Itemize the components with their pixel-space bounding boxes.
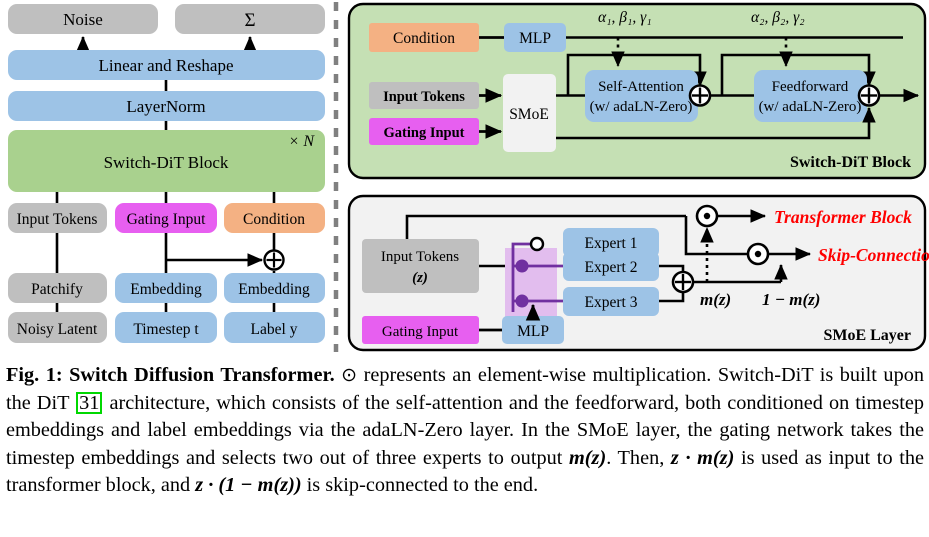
box-linear-and-reshape: Linear and Reshape [8, 50, 325, 80]
smoe-box-input-tokens-line2: (z) [412, 270, 428, 286]
box-patchify-label: Patchify [31, 281, 83, 298]
box-label-y: Label y [224, 312, 325, 343]
box-switch-dit-block: Switch-DiT Block × N [8, 130, 325, 192]
box-linear-and-reshape-label: Linear and Reshape [99, 56, 234, 75]
block-params-set1-label: α₁, β₁, γ₁ [598, 9, 652, 26]
box-layernorm-label: LayerNorm [126, 97, 205, 116]
smoe-box-input-tokens-line1: Input Tokens [381, 249, 459, 265]
box-noise-label: Noise [63, 10, 103, 29]
block-box-mlp-label: MLP [519, 30, 551, 47]
smoe-box-expert-2-label: Expert 2 [585, 259, 638, 276]
switch-contact-closed-expert2 [515, 259, 529, 273]
citation-link-31[interactable]: 31 [76, 391, 103, 414]
block-box-self-attention: Self-Attention (w/ adaLN-Zero) [585, 70, 698, 122]
smoe-box-expert-3: Expert 3 [563, 287, 659, 316]
box-switch-dit-block-label: Switch-DiT Block [104, 153, 229, 172]
smoe-label-m-of-z: m(z) [700, 290, 731, 309]
figure-caption: Fig. 1: Switch Diffusion Transformer. ⊙ … [6, 362, 924, 500]
box-sigma: Σ [175, 4, 325, 34]
smoe-label-one-minus-m-of-z: 1 − m(z) [762, 290, 820, 309]
block-box-mlp: MLP [504, 23, 566, 52]
block-box-condition: Condition [369, 23, 479, 52]
box-embedding-timestep-label: Embedding [130, 281, 202, 298]
box-gating-input-label: Gating Input [127, 211, 206, 228]
smoe-label-transformer-block: Transformer Block [774, 207, 912, 227]
switch-contact-open-expert1 [529, 236, 545, 252]
box-embedding-timestep: Embedding [115, 273, 217, 303]
switch-contact-closed-expert3 [515, 294, 529, 308]
block-box-condition-label: Condition [393, 30, 455, 47]
smoe-box-mlp: MLP [502, 316, 564, 344]
block-box-feedforward-line1: Feedforward [772, 79, 849, 95]
box-timestep-label: Timestep t [133, 321, 199, 338]
box-embedding-label: Embedding [224, 273, 325, 303]
box-label-y-label: Label y [251, 321, 298, 338]
repeat-count-label: × N [289, 133, 316, 150]
smoe-multiplier-2 [746, 242, 770, 266]
switch-dit-block-panel: Condition MLP α₁, β₁, γ₁ α₂, β₂, γ₂ Inpu… [347, 2, 927, 180]
box-patchify: Patchify [8, 273, 107, 303]
adder-condition-node [263, 249, 285, 271]
caption-odot-symbol: ⊙ [341, 365, 358, 386]
box-noisy-latent-label: Noisy Latent [17, 321, 98, 338]
box-timestep: Timestep t [115, 312, 217, 343]
smoe-box-gating-input-label: Gating Input [382, 324, 459, 340]
smoe-box-input-tokens: Input Tokens (z) [362, 239, 479, 293]
caption-z-dot-m: z · m(z) [670, 446, 735, 469]
block-box-smoe: SMoE [503, 74, 556, 152]
smoe-box-mlp-label: MLP [517, 323, 549, 340]
overall-architecture-panel: Noise Σ Linear and Reshape LayerNorm Swi… [8, 4, 325, 343]
block-box-self-attention-line1: Self-Attention [598, 79, 684, 95]
smoe-box-expert-2: Expert 2 [563, 252, 659, 281]
caption-fig-label: Fig. 1: Switch Diffusion Transformer. [6, 364, 335, 386]
smoe-layer-panel: Input Tokens (z) Expert 1 Expert 2 Exper… [347, 194, 929, 352]
box-noisy-latent: Noisy Latent [8, 312, 107, 343]
block-box-input-tokens: Input Tokens [369, 82, 479, 109]
smoe-adder [671, 270, 695, 294]
box-noise: Noise [8, 4, 158, 34]
block-box-smoe-label: SMoE [509, 106, 549, 123]
smoe-box-expert-1-label: Expert 1 [585, 235, 638, 252]
smoe-box-gating-input: Gating Input [362, 316, 479, 344]
block-box-feedforward: Feedforward (w/ adaLN-Zero) [754, 70, 867, 122]
block-box-feedforward-line2: (w/ adaLN-Zero) [759, 99, 862, 115]
block-box-gating-input: Gating Input [369, 118, 479, 145]
box-condition: Condition [224, 203, 325, 233]
box-sigma-label: Σ [244, 10, 255, 31]
smoe-box-expert-3-label: Expert 3 [585, 294, 638, 311]
block-params-set2-label: α₂, β₂, γ₂ [751, 9, 805, 26]
block-box-input-tokens-label: Input Tokens [383, 89, 465, 105]
box-condition-label: Condition [243, 211, 305, 228]
box-input-tokens-label: Input Tokens [17, 211, 98, 228]
caption-z-dot-one-minus-m: z · (1 − m(z)) [195, 474, 302, 496]
block-box-self-attention-line2: (w/ adaLN-Zero) [590, 99, 693, 115]
caption-part5: is skip-connected to the end. [301, 474, 539, 496]
box-input-tokens: Input Tokens [8, 203, 107, 233]
smoe-multiplier-1 [695, 204, 719, 228]
caption-m-of-z: m(z) [569, 446, 607, 469]
block-adder-1 [688, 84, 712, 107]
smoe-label-skip-connection: Skip-Connection [818, 245, 929, 265]
block-adder-2 [857, 84, 881, 107]
switch-dit-block-panel-title: Switch-DiT Block [790, 154, 911, 171]
box-layernorm: LayerNorm [8, 91, 325, 121]
figure-diagram: Noise Σ Linear and Reshape LayerNorm Swi… [0, 0, 929, 358]
smoe-layer-panel-title: SMoE Layer [823, 327, 911, 344]
box-embedding-label-label: Embedding [238, 281, 310, 298]
block-box-gating-input-label: Gating Input [384, 125, 465, 141]
box-gating-input: Gating Input [115, 203, 217, 233]
caption-part3: . Then, [606, 446, 671, 469]
